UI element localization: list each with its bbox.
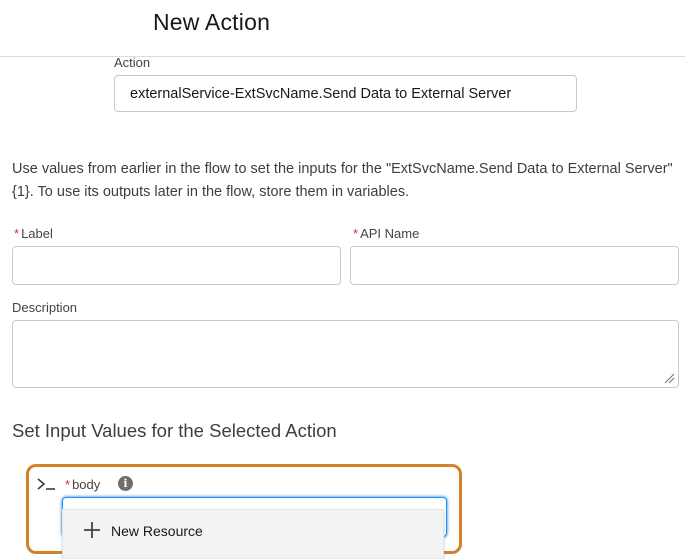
description-textarea[interactable] bbox=[12, 320, 679, 388]
required-marker: * bbox=[353, 226, 359, 241]
required-marker: * bbox=[14, 226, 20, 241]
api-name-input[interactable] bbox=[350, 246, 679, 285]
resize-handle-icon[interactable] bbox=[663, 372, 675, 384]
plus-icon bbox=[84, 522, 100, 538]
terminal-icon bbox=[37, 478, 55, 490]
label-field-text: Label bbox=[21, 226, 53, 241]
api-name-field-label: * API Name bbox=[353, 226, 419, 241]
label-field-label: * Label bbox=[14, 226, 53, 241]
description-label: Description bbox=[12, 300, 78, 315]
resource-dropdown: New Resource bbox=[62, 509, 444, 559]
body-label-text: body bbox=[72, 477, 101, 492]
info-icon[interactable]: i bbox=[118, 476, 133, 491]
action-field: externalService-ExtSvcName.Send Data to … bbox=[114, 75, 577, 112]
modal-header: New Action bbox=[0, 0, 685, 57]
section-title: Set Input Values for the Selected Action bbox=[12, 420, 337, 441]
action-value: externalService-ExtSvcName.Send Data to … bbox=[130, 86, 512, 102]
action-label: Action bbox=[114, 55, 151, 70]
required-marker: * bbox=[65, 477, 71, 492]
page-title: New Action bbox=[153, 9, 271, 35]
api-name-field-text: API Name bbox=[360, 226, 420, 241]
dropdown-item-label: New Resource bbox=[111, 523, 203, 539]
instructions-text: Use values from earlier in the flow to s… bbox=[12, 161, 673, 200]
body-parameter-label: * body bbox=[65, 477, 100, 492]
label-input[interactable] bbox=[12, 246, 341, 285]
